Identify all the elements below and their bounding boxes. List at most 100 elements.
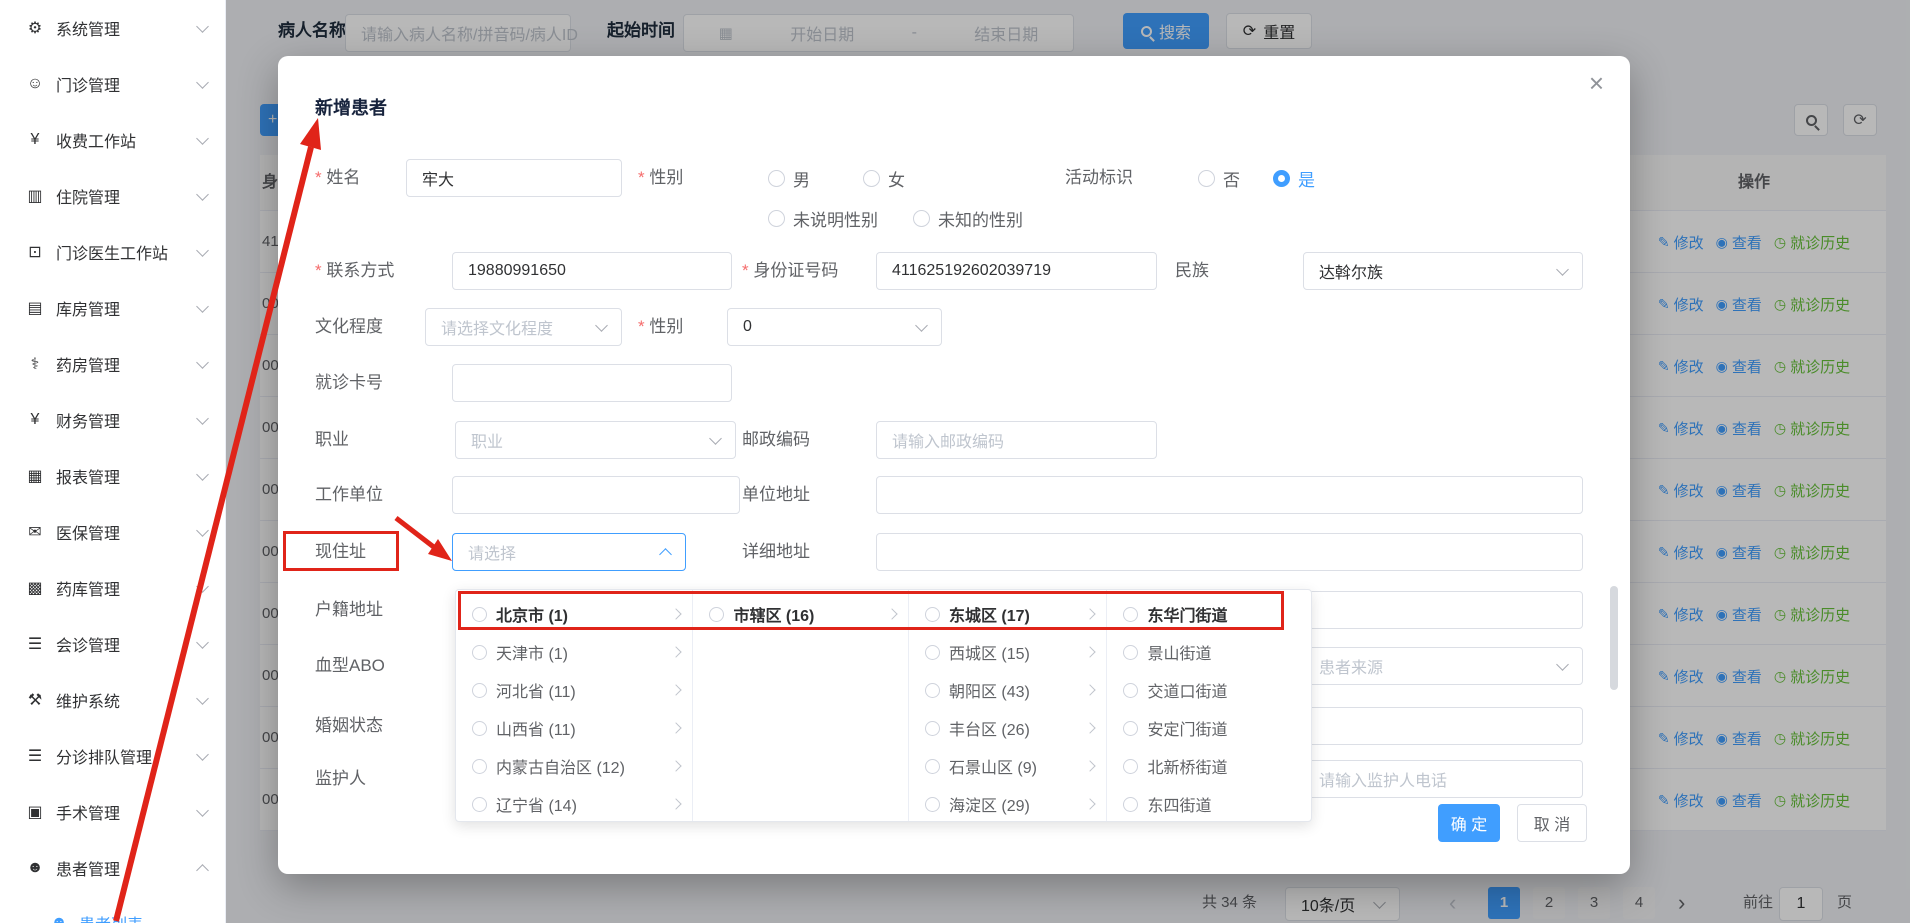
modal-scrollbar[interactable] (1610, 586, 1618, 690)
card-no-input[interactable] (452, 364, 732, 402)
sidebar-item[interactable]: ▣ 手术管理 (0, 784, 225, 840)
cascader-district-column: 东城区 (17) 西城区 (15) 朝阳区 (43) 丰台 (909, 590, 1108, 821)
radio-icon (472, 607, 487, 622)
sidebar-item[interactable]: ☻ 患者管理 (0, 840, 225, 896)
sidebar-item-label: 财务管理 (56, 408, 188, 432)
cascader-city-option[interactable]: 市辖区 (16) (693, 595, 908, 633)
cascader-street-option[interactable]: 北新桥街道 (1107, 747, 1311, 785)
unit-addr-input[interactable] (876, 476, 1583, 514)
cascader-province-option[interactable]: 天津市 (1) (456, 633, 692, 671)
cascader-province-option[interactable]: 北京市 (1) (456, 595, 692, 633)
cascader-street-option[interactable]: 景山街道 (1107, 633, 1311, 671)
sidebar-item-label: 维护系统 (56, 688, 188, 712)
gender-female-radio[interactable]: 女 (863, 159, 905, 197)
patient-source-select[interactable]: 患者来源 (1303, 647, 1583, 685)
chevron-down-icon (196, 412, 209, 425)
cascader-district-option[interactable]: 丰台区 (26) (909, 709, 1107, 747)
radio-checked-icon (1273, 170, 1290, 187)
chevron-right-icon (671, 760, 682, 771)
radio-icon (768, 170, 785, 187)
add-patient-modal: 新增患者 × 姓名 牢大 性别 男 女 活动标识 否 是 未说明性别 (278, 56, 1630, 874)
chevron-right-icon (671, 798, 682, 809)
id-card-label: 身份证号码 (742, 252, 838, 290)
cascader-district-option[interactable]: 海淀区 (29) (909, 785, 1107, 821)
marital-label: 婚姻状态 (315, 707, 383, 745)
sidebar-item[interactable]: ⚒ 维护系统 (0, 672, 225, 728)
chevron-down-icon (196, 356, 209, 369)
work-unit-input[interactable] (452, 476, 740, 514)
card-no-label: 就诊卡号 (315, 364, 383, 402)
sidebar: ⚙ 系统管理 ☺ 门诊管理 ¥ 收费工作站 ▥ 住院管理 (0, 0, 226, 923)
chevron-right-icon (886, 608, 897, 619)
sidebar-item[interactable]: ▥ 住院管理 (0, 168, 225, 224)
sidebar-item[interactable]: ¥ 收费工作站 (0, 112, 225, 168)
cascader-district-option[interactable]: 西城区 (15) (909, 633, 1107, 671)
ethnic-label: 民族 (1175, 252, 1209, 290)
chevron-down-icon (196, 300, 209, 313)
radio-icon (925, 645, 940, 660)
sidebar-item-icon: ¥ (24, 131, 46, 149)
chevron-down-icon (196, 636, 209, 649)
close-icon[interactable]: × (1589, 70, 1604, 96)
postcode-input[interactable]: 请输入邮政编码 (876, 421, 1157, 459)
postcode-label: 邮政编码 (742, 421, 810, 459)
cascader-street-option[interactable]: 东四街道 (1107, 785, 1311, 821)
cascader-district-option[interactable]: 石景山区 (9) (909, 747, 1107, 785)
sidebar-item-label: 医保管理 (56, 520, 188, 544)
sidebar-item[interactable]: ☺ 门诊管理 (0, 56, 225, 112)
gender-unstated-radio[interactable]: 未说明性别 (768, 202, 878, 234)
chevron-down-icon (709, 432, 722, 445)
detail-addr-input[interactable] (876, 533, 1583, 571)
guardian-phone-input[interactable]: 请输入监护人电话 (1303, 760, 1583, 798)
active-yes-radio[interactable]: 是 (1273, 159, 1315, 197)
patient-icon: ☻ (48, 914, 70, 923)
active-no-radio[interactable]: 否 (1198, 159, 1240, 197)
sidebar-item-label: 库房管理 (56, 296, 188, 320)
sidebar-item[interactable]: ☰ 会诊管理 (0, 616, 225, 672)
cascader-district-option[interactable]: 朝阳区 (43) (909, 671, 1107, 709)
occupation-label: 职业 (315, 421, 349, 459)
sidebar-item[interactable]: ⊡ 门诊医生工作站 (0, 224, 225, 280)
cancel-button[interactable]: 取 消 (1517, 804, 1587, 842)
name-input[interactable]: 牢大 (406, 159, 622, 197)
cascader-street-option[interactable]: 交道口街道 (1107, 671, 1311, 709)
sidebar-item[interactable]: ▩ 药库管理 (0, 560, 225, 616)
radio-icon (472, 645, 487, 660)
chevron-right-icon (671, 722, 682, 733)
id-card-input[interactable]: 411625192602039719 (876, 252, 1157, 290)
unit-addr-label: 单位地址 (742, 476, 810, 514)
cascader-street-option[interactable]: 安定门街道 (1107, 709, 1311, 747)
sidebar-item[interactable]: ¥ 财务管理 (0, 392, 225, 448)
current-address-select[interactable]: 请选择 (452, 533, 686, 571)
cascader-district-option[interactable]: 东城区 (17) (909, 595, 1107, 633)
cascader-province-option[interactable]: 内蒙古自治区 (12) (456, 747, 692, 785)
gender-code-select[interactable]: 0 (727, 308, 942, 346)
sidebar-item[interactable]: ▤ 库房管理 (0, 280, 225, 336)
sidebar-item-icon: ☻ (24, 859, 46, 877)
radio-icon (472, 797, 487, 812)
cascader-province-option[interactable]: 山西省 (11) (456, 709, 692, 747)
contact-input[interactable]: 19880991650 (452, 252, 732, 290)
sidebar-item-patient-list[interactable]: ☻ 患者列表 (0, 896, 225, 923)
cascader-street-option[interactable]: 东华门街道 (1107, 595, 1311, 633)
ethnic-select[interactable]: 达斡尔族 (1303, 252, 1583, 290)
cascader-province-column: 北京市 (1) 天津市 (1) 河北省 (11) 山西省 (456, 590, 693, 821)
chevron-right-icon (671, 608, 682, 619)
cascader-province-option[interactable]: 河北省 (11) (456, 671, 692, 709)
sidebar-item[interactable]: ☰ 分诊排队管理 (0, 728, 225, 784)
address-cascader-dropdown: 北京市 (1) 天津市 (1) 河北省 (11) 山西省 (455, 589, 1312, 822)
sidebar-menu: ⚙ 系统管理 ☺ 门诊管理 ¥ 收费工作站 ▥ 住院管理 (0, 0, 225, 896)
cascader-province-option[interactable]: 辽宁省 (14) (456, 785, 692, 821)
education-select[interactable]: 请选择文化程度 (425, 308, 622, 346)
radio-icon (925, 683, 940, 698)
chevron-down-icon (196, 692, 209, 705)
gender-male-radio[interactable]: 男 (768, 159, 810, 197)
radio-icon (913, 210, 930, 227)
sidebar-item[interactable]: ⚙ 系统管理 (0, 0, 225, 56)
occupation-select[interactable]: 职业 (455, 421, 736, 459)
sidebar-item[interactable]: ▦ 报表管理 (0, 448, 225, 504)
sidebar-item[interactable]: ✉ 医保管理 (0, 504, 225, 560)
confirm-button[interactable]: 确 定 (1438, 804, 1500, 842)
sidebar-item[interactable]: ⚕ 药房管理 (0, 336, 225, 392)
gender-unknown-radio[interactable]: 未知的性别 (913, 202, 1023, 234)
